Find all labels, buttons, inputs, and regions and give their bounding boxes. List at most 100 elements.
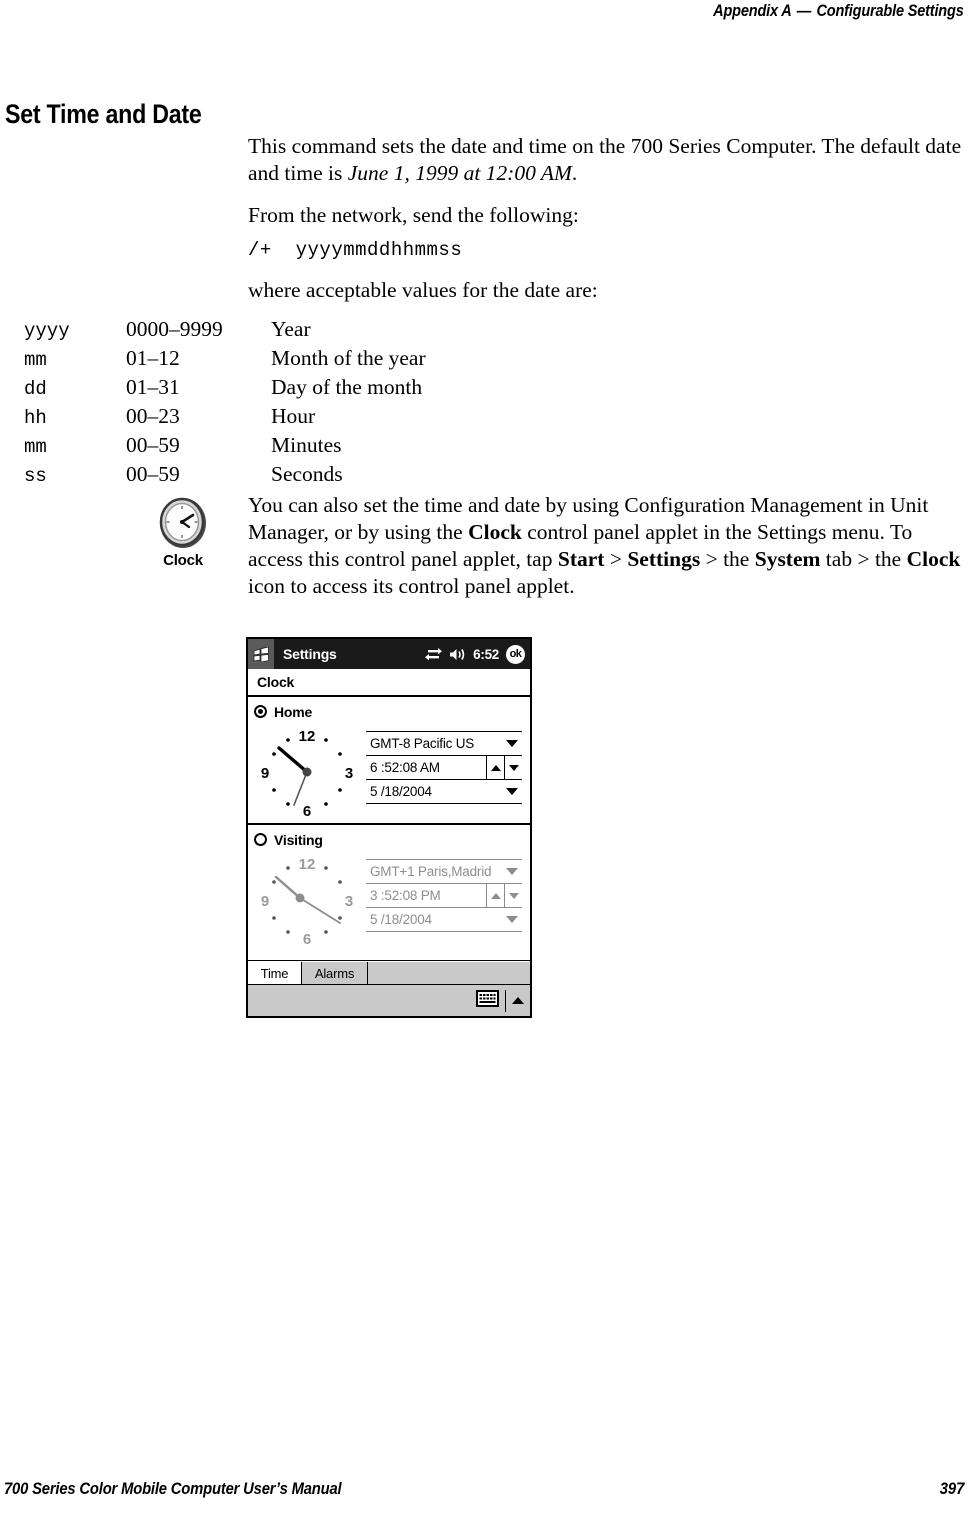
token-cell: hh <box>24 407 47 429</box>
connectivity-icon[interactable] <box>425 647 443 661</box>
spinner-down-button[interactable] <box>504 756 522 779</box>
visiting-analog-clock-icon: 12 3 6 9 <box>261 856 353 948</box>
chevron-down-icon[interactable] <box>506 868 518 875</box>
home-radio-button[interactable] <box>254 705 267 718</box>
chevron-down-icon[interactable] <box>506 788 518 795</box>
chevron-down-icon[interactable] <box>506 740 518 747</box>
home-label: Home <box>274 703 313 720</box>
token-cell: mm <box>24 436 47 458</box>
visiting-zone: Visiting 12 3 6 9 GMT+1 Paris,Madrid 3:… <box>248 823 530 949</box>
note-b1: Clock <box>468 520 522 544</box>
range-cell: 0000–9999 <box>126 317 223 341</box>
intro-text-b: . <box>571 161 578 185</box>
visiting-date-row[interactable]: 5 /18/2004 <box>366 908 522 932</box>
pda-title-bar: Settings 6:52 ok <box>248 639 530 669</box>
ok-button[interactable]: ok <box>506 644 525 664</box>
triangle-down-icon <box>508 892 519 899</box>
meaning-cell: Seconds <box>271 462 343 486</box>
visiting-time-value: 3 :52:08 PM <box>370 888 441 903</box>
home-body: 12 3 6 9 GMT-8 Pacific US 6:52:08 AM 5 … <box>248 723 530 821</box>
tab-time[interactable]: Time <box>248 962 302 984</box>
page-title: Set Time and Date <box>5 99 202 130</box>
token-cell: ss <box>24 465 47 487</box>
svg-text:9: 9 <box>261 765 269 782</box>
visiting-timezone-value: GMT+1 Paris,Madrid <box>370 864 492 879</box>
visiting-label: Visiting <box>274 831 323 848</box>
chevron-down-icon[interactable] <box>506 916 518 923</box>
table-row: hh 00–23 Hour <box>24 403 426 432</box>
home-time-value: 6 :52:08 AM <box>370 760 440 775</box>
visiting-body: 12 3 6 9 GMT+1 Paris,Madrid 3:52:08 PM … <box>248 851 530 949</box>
range-cell: 01–31 <box>126 375 180 399</box>
pda-tab-bar: Time Alarms <box>248 960 530 984</box>
header-title: Configurable Settings <box>816 2 964 20</box>
range-cell: 00–59 <box>126 462 180 486</box>
home-date-value: 5 /18/2004 <box>370 784 432 799</box>
default-datetime-italic: June 1, 1999 at 12:00 AM <box>347 161 572 185</box>
home-time-spinner[interactable] <box>486 756 522 779</box>
visiting-timezone-row[interactable]: GMT+1 Paris,Madrid <box>366 859 522 884</box>
footer-page-number: 397 <box>939 1479 964 1498</box>
tab-alarms[interactable]: Alarms <box>302 962 368 984</box>
pda-sip-bar <box>248 984 530 1016</box>
pda-status-tray: 6:52 ok <box>425 639 525 669</box>
home-fields: GMT-8 Pacific US 6 :52:08 AM 5 /18/2004 <box>366 723 530 821</box>
visiting-fields: GMT+1 Paris,Madrid 3 :52:08 PM 5 /18/200… <box>366 851 530 949</box>
table-row: ss 00–59 Seconds <box>24 461 426 490</box>
meaning-cell: Month of the year <box>271 346 426 370</box>
tab-bar-filler <box>368 962 530 984</box>
spinner-down-button[interactable] <box>504 884 522 907</box>
note-b5: Clock <box>906 547 961 571</box>
meaning-cell: Year <box>271 317 311 341</box>
home-date-row[interactable]: 5 /18/2004 <box>366 780 522 804</box>
home-timezone-row[interactable]: GMT-8 Pacific US <box>366 731 522 756</box>
visiting-clock-face: 12 3 6 9 <box>248 851 366 949</box>
volume-speaker-icon[interactable] <box>449 648 466 661</box>
range-cell: 00–59 <box>126 433 180 457</box>
sip-expand-arrow-icon[interactable] <box>512 997 524 1004</box>
spinner-up-button[interactable] <box>486 884 504 907</box>
keyboard-icon[interactable] <box>476 989 499 1012</box>
range-cell: 01–12 <box>126 346 180 370</box>
svg-text:3: 3 <box>345 765 353 782</box>
windows-flag-icon[interactable] <box>248 639 274 669</box>
windows-flag-glyph <box>253 646 269 662</box>
note-t5: tab > the <box>820 547 907 571</box>
svg-text:12: 12 <box>299 856 316 873</box>
svg-text:6: 6 <box>303 931 311 948</box>
visiting-radio-row[interactable]: Visiting <box>248 829 530 850</box>
svg-text:9: 9 <box>261 893 269 910</box>
triangle-up-icon <box>490 764 501 771</box>
clock-applet-icon <box>159 497 206 548</box>
visiting-time-row[interactable]: 3 :52:08 PM <box>366 884 522 908</box>
note-paragraph: You can also set the time and date by us… <box>248 492 968 600</box>
table-row: dd 01–31 Day of the month <box>24 374 426 403</box>
date-values-table: yyyy 0000–9999 Year mm 01–12 Month of th… <box>24 316 426 490</box>
header-dash: — <box>797 2 812 20</box>
token-cell: dd <box>24 378 47 400</box>
table-row: mm 01–12 Month of the year <box>24 345 426 374</box>
note-icon-block: Clock <box>150 495 216 569</box>
triangle-up-icon <box>490 892 501 899</box>
note-t6: icon to access its control panel applet. <box>248 574 575 598</box>
home-radio-row[interactable]: Home <box>248 701 530 722</box>
spinner-up-button[interactable] <box>486 756 504 779</box>
visiting-radio-button[interactable] <box>254 833 267 846</box>
note-b3: Settings <box>627 547 701 571</box>
note-b2: Start <box>557 547 605 571</box>
header-appendix: Appendix A <box>713 2 793 20</box>
home-zone: Home 12 3 6 9 GMT-8 Pacific US 6:52:08 … <box>248 697 530 821</box>
note-t4: > the <box>700 547 755 571</box>
network-instruction: From the network, send the following: <box>248 203 579 227</box>
command-syntax: /+ yyyymmddhhmmss <box>248 239 463 261</box>
meaning-cell: Day of the month <box>271 375 423 399</box>
home-time-row[interactable]: 6 :52:08 AM <box>366 756 522 780</box>
meaning-cell: Hour <box>271 404 316 428</box>
date-values-body: yyyy 0000–9999 Year mm 01–12 Month of th… <box>24 316 426 490</box>
pda-applet-title: Clock <box>248 669 530 697</box>
visiting-time-spinner[interactable] <box>486 884 522 907</box>
token-cell: yyyy <box>24 320 70 342</box>
pda-title-label: Settings <box>283 646 337 662</box>
note-icon-label: Clock <box>163 552 203 569</box>
table-row: mm 00–59 Minutes <box>24 432 426 461</box>
